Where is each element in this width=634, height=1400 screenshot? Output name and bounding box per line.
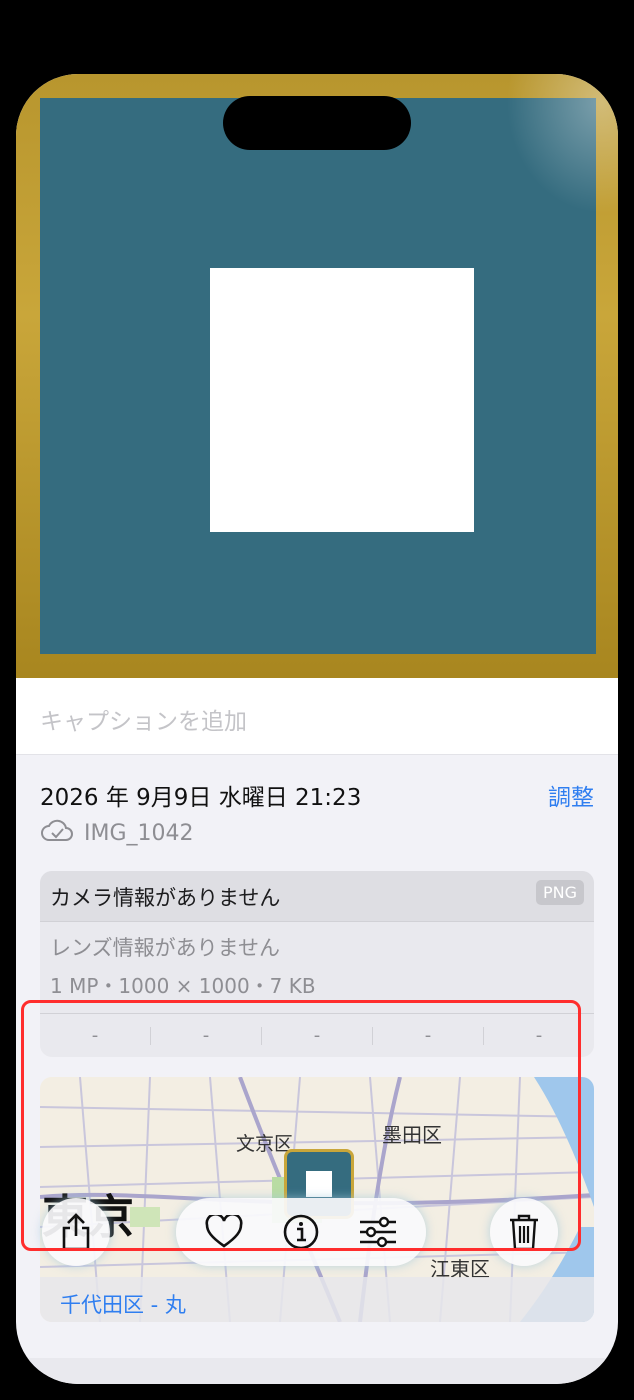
photo-white-square — [210, 268, 474, 532]
image-specs: 1 MP・1000 × 1000・7 KB — [50, 974, 316, 998]
photo-view[interactable] — [16, 74, 618, 678]
share-icon — [56, 1212, 96, 1252]
exif-cell: - — [150, 1027, 261, 1045]
map-address-text: 千代田区 - 丸 — [60, 1293, 186, 1317]
file-name: IMG_1042 — [84, 820, 194, 846]
info-icon[interactable] — [281, 1212, 321, 1252]
exif-cell: - — [372, 1027, 483, 1045]
share-button[interactable] — [42, 1198, 110, 1266]
metadata-card: カメラ情報がありません PNG レンズ情報がありません 1 MP・1000 × … — [40, 871, 594, 1057]
bottom-area — [16, 1358, 618, 1384]
dynamic-island — [223, 96, 411, 150]
exif-cell: - — [483, 1027, 594, 1045]
action-toolbar — [176, 1198, 426, 1266]
delete-button[interactable] — [490, 1198, 558, 1266]
phone-screen: キャプションを追加 2026 年 9月9日 水曜日 21:23 調整 IMG_1… — [16, 74, 618, 1384]
exif-cell: - — [261, 1027, 372, 1045]
map-address-bar[interactable]: 千代田区 - 丸 — [40, 1277, 594, 1322]
metadata-card-header: カメラ情報がありません PNG — [40, 871, 594, 922]
format-badge: PNG — [535, 880, 584, 905]
camera-info: カメラ情報がありません — [50, 886, 281, 910]
photo-datetime: 2026 年 9月9日 水曜日 21:23 — [40, 785, 362, 811]
exif-cell: - — [91, 1025, 99, 1046]
sliders-icon[interactable] — [358, 1212, 398, 1252]
trash-icon — [504, 1212, 544, 1252]
icloud-icon — [40, 818, 74, 848]
file-row: IMG_1042 — [40, 816, 194, 850]
caption-placeholder: キャプションを追加 — [40, 709, 247, 735]
lens-info: レンズ情報がありません — [50, 936, 280, 960]
adjust-button[interactable]: 調整 — [548, 778, 594, 812]
map-district-sumida: 墨田区 — [382, 1123, 442, 1147]
heart-icon[interactable] — [204, 1212, 244, 1252]
caption-field[interactable]: キャプションを追加 — [16, 678, 618, 755]
exif-row: - - - - - — [40, 1013, 594, 1057]
photo-shine — [506, 74, 618, 214]
